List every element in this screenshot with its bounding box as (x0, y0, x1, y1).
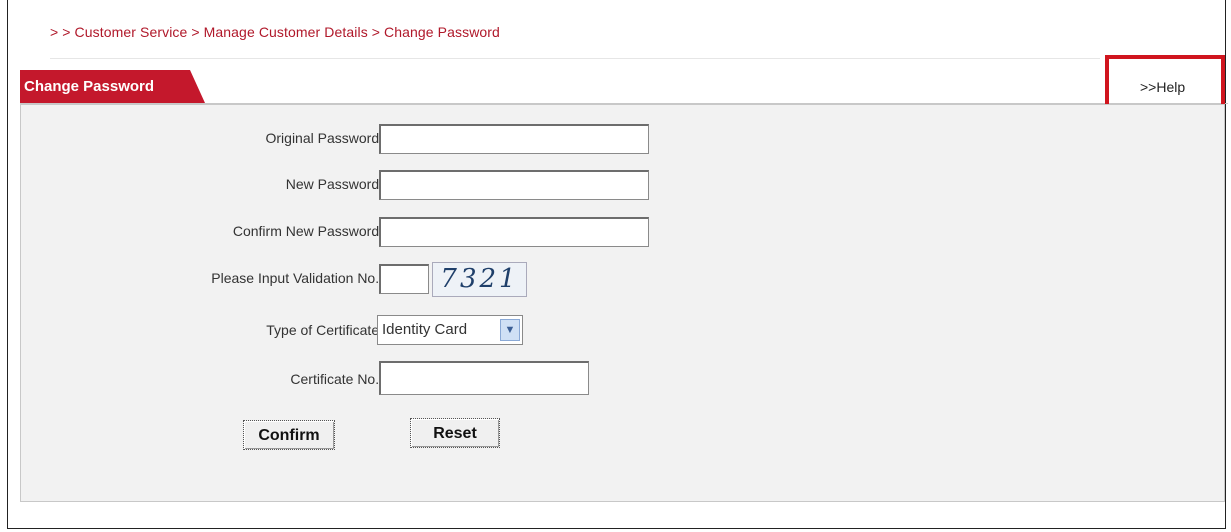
change-password-panel (20, 104, 1225, 502)
original-password-label: Original Password: (265, 130, 384, 146)
new-password-label: New Password: (285, 176, 383, 192)
certificate-type-label: Type of Certificate: (266, 322, 383, 338)
certificate-type-select[interactable]: Identity Card ▼ (377, 315, 523, 345)
certificate-type-value: Identity Card (382, 321, 468, 338)
breadcrumb-divider (50, 58, 1100, 59)
confirm-button[interactable]: Confirm (243, 420, 335, 450)
reset-button[interactable]: Reset (410, 418, 500, 448)
validation-label: Please Input Validation No.: (211, 270, 383, 286)
chevron-down-icon[interactable]: ▼ (500, 319, 520, 341)
new-password-field[interactable] (379, 170, 649, 200)
certificate-no-label: Certificate No.: (290, 371, 383, 387)
tab-bar: Change Password (20, 70, 1228, 104)
confirm-password-label: Confirm New Password: (232, 223, 383, 239)
validation-field[interactable] (379, 264, 429, 294)
certificate-no-field[interactable] (379, 361, 589, 395)
breadcrumb: > > Customer Service > Manage Customer D… (50, 24, 500, 40)
original-password-field[interactable] (379, 124, 649, 154)
confirm-password-field[interactable] (379, 217, 649, 247)
captcha-image: 7321 (432, 262, 527, 297)
tab-change-password[interactable]: Change Password (20, 70, 205, 103)
